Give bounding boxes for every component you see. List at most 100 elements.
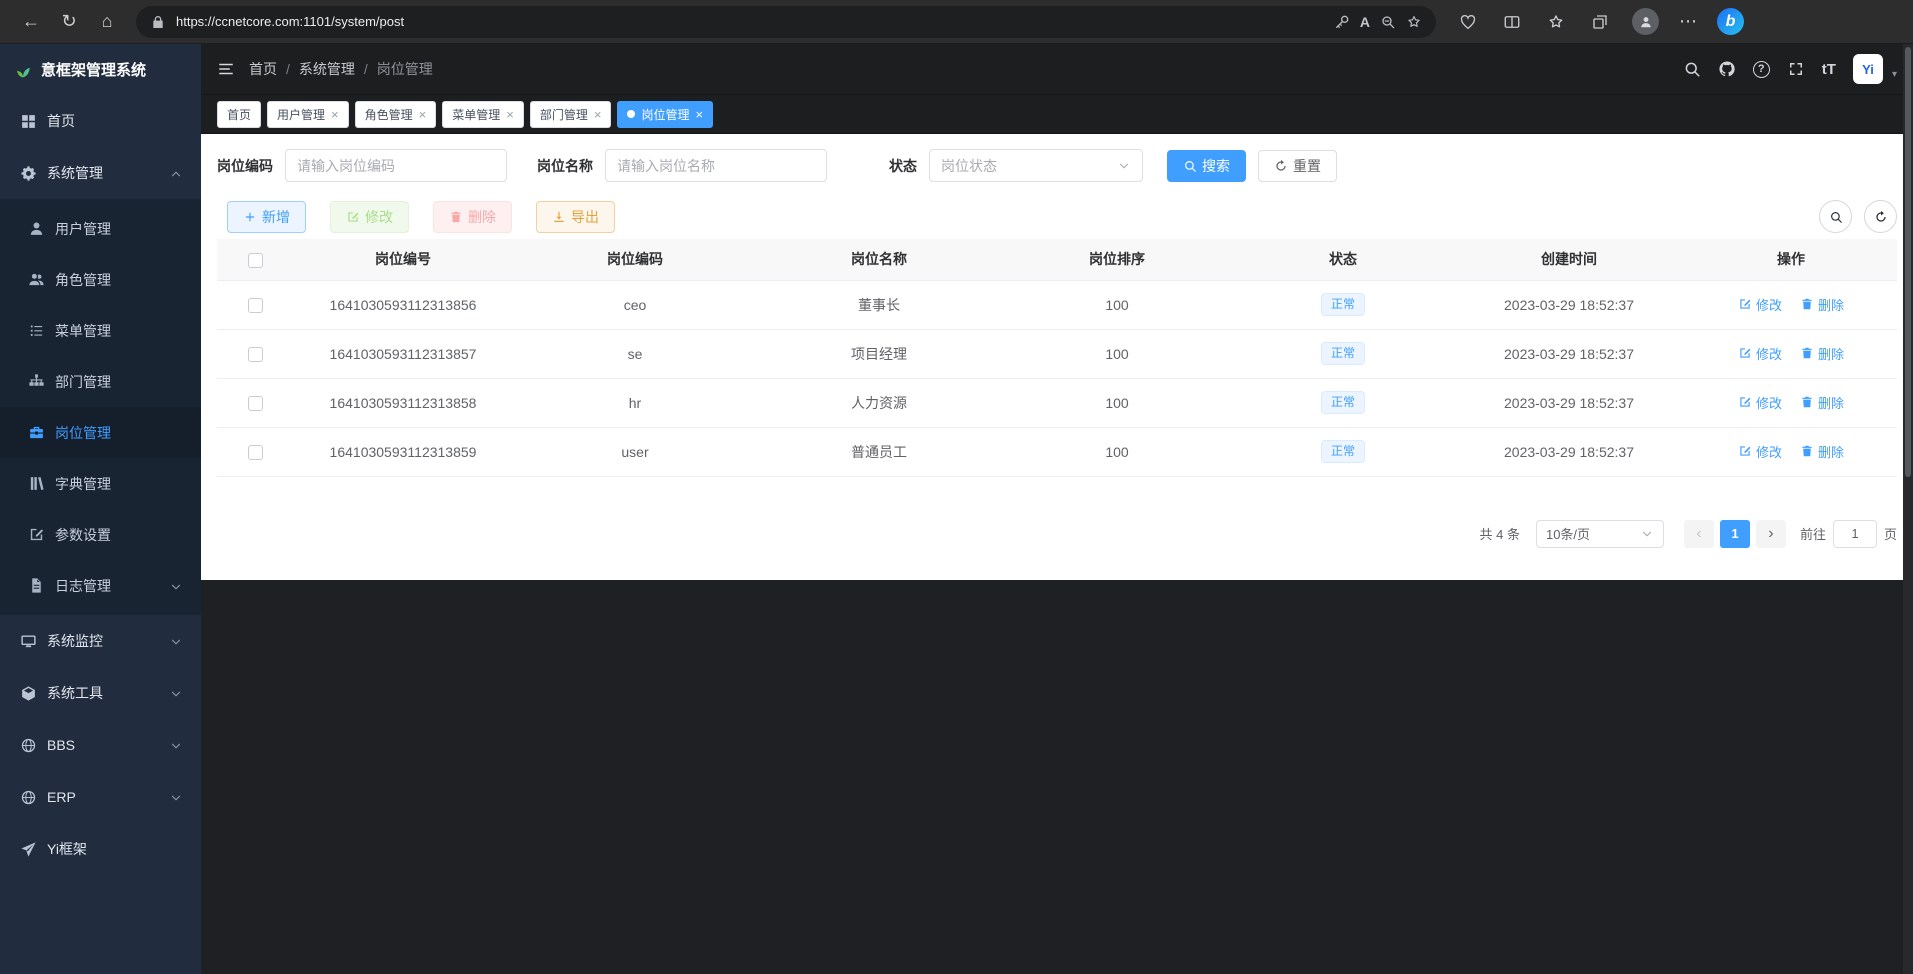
sidebar-item-log-mgmt[interactable]: 日志管理 xyxy=(0,560,201,611)
breadcrumb-system-mgmt[interactable]: 系统管理 xyxy=(299,59,355,79)
tab-dept-mgmt[interactable]: 部门管理 × xyxy=(530,101,612,128)
row-edit-button[interactable]: 修改 xyxy=(1738,295,1782,314)
page-number-button[interactable]: 1 xyxy=(1720,520,1750,548)
zoom-out-icon[interactable] xyxy=(1380,14,1396,30)
browser-menu-icon[interactable]: ⋯ xyxy=(1671,6,1705,38)
chevron-down-icon xyxy=(169,577,183,593)
scrollbar-thumb[interactable] xyxy=(1905,47,1911,477)
browser-refresh-icon[interactable]: ↻ xyxy=(52,6,86,38)
row-checkbox[interactable] xyxy=(248,396,263,411)
collapse-sidebar-icon[interactable] xyxy=(217,60,235,78)
post-name-input[interactable] xyxy=(605,149,827,182)
close-icon[interactable]: × xyxy=(695,108,703,121)
breadcrumb-separator: / xyxy=(286,61,290,77)
page-scrollbar[interactable] xyxy=(1903,44,1913,974)
read-aloud-icon[interactable]: A xyxy=(1360,14,1370,30)
sidebar-item-yi-framework[interactable]: Yi框架 xyxy=(0,823,201,875)
breadcrumb-home[interactable]: 首页 xyxy=(249,59,277,79)
delete-button[interactable]: 删除 xyxy=(433,201,512,233)
browser-back-icon[interactable]: ← xyxy=(14,6,48,38)
select-all-checkbox[interactable] xyxy=(248,253,263,268)
help-icon[interactable]: ? xyxy=(1753,61,1770,78)
close-icon[interactable]: × xyxy=(594,108,602,121)
sidebar-item-dept-mgmt[interactable]: 部门管理 xyxy=(0,356,201,407)
tab-label: 用户管理 xyxy=(277,106,325,123)
site-info-lock-icon[interactable] xyxy=(150,14,166,30)
sidebar-item-bbs[interactable]: BBS xyxy=(0,719,201,771)
close-icon[interactable]: × xyxy=(419,108,427,121)
row-checkbox[interactable] xyxy=(248,347,263,362)
row-delete-label: 删除 xyxy=(1818,344,1844,363)
app-title: 意框架管理系统 xyxy=(41,59,146,80)
status-select[interactable]: 岗位状态 xyxy=(929,149,1143,182)
copilot-icon[interactable]: b xyxy=(1717,8,1744,35)
github-icon[interactable] xyxy=(1718,60,1736,78)
post-code-input[interactable] xyxy=(285,149,507,182)
sidebar-item-system-monitor[interactable]: 系统监控 xyxy=(0,615,201,667)
document-icon xyxy=(28,577,45,594)
text-size-icon[interactable]: tT xyxy=(1822,61,1836,78)
close-icon[interactable]: × xyxy=(331,108,339,121)
row-edit-button[interactable]: 修改 xyxy=(1738,442,1782,461)
trash-icon xyxy=(1800,444,1814,458)
sidebar-item-system-mgmt[interactable]: 系统管理 xyxy=(0,147,201,199)
chevron-down-icon xyxy=(1117,159,1131,173)
row-edit-button[interactable]: 修改 xyxy=(1738,393,1782,412)
refresh-table-button[interactable] xyxy=(1864,200,1897,233)
row-checkbox[interactable] xyxy=(248,445,263,460)
row-edit-button[interactable]: 修改 xyxy=(1738,344,1782,363)
sidebar-item-system-tools[interactable]: 系统工具 xyxy=(0,667,201,719)
table-row: 1641030593112313856 ceo 董事长 100 正常 2023-… xyxy=(217,280,1897,329)
sidebar-item-param-settings[interactable]: 参数设置 xyxy=(0,509,201,560)
sidebar-item-role-mgmt[interactable]: 角色管理 xyxy=(0,254,201,305)
row-delete-button[interactable]: 删除 xyxy=(1800,295,1844,314)
reset-button[interactable]: 重置 xyxy=(1258,150,1337,182)
favorite-star-icon[interactable] xyxy=(1406,14,1422,30)
tab-user-mgmt[interactable]: 用户管理 × xyxy=(267,101,349,128)
edit-button[interactable]: 修改 xyxy=(330,201,409,233)
sidebar-item-dict-mgmt[interactable]: 字典管理 xyxy=(0,458,201,509)
sidebar-item-home[interactable]: 首页 xyxy=(0,95,201,147)
collections-icon[interactable] xyxy=(1591,13,1609,31)
app-logo: 意框架管理系统 xyxy=(0,44,201,95)
sidebar-item-user-mgmt[interactable]: 用户管理 xyxy=(0,203,201,254)
row-delete-button[interactable]: 删除 xyxy=(1800,344,1844,363)
split-screen-icon[interactable] xyxy=(1503,13,1521,31)
browser-home-icon[interactable]: ⌂ xyxy=(90,6,124,38)
page-size-select[interactable]: 10条/页 xyxy=(1536,520,1664,548)
avatar-caret-icon[interactable]: ▾ xyxy=(1892,69,1897,84)
content-card: 岗位编码 岗位名称 状态 岗位状态 搜索 重置 xyxy=(201,134,1913,580)
row-checkbox[interactable] xyxy=(248,298,263,313)
sidebar-item-label: 用户管理 xyxy=(55,219,111,239)
next-page-button[interactable]: › xyxy=(1756,520,1786,548)
favorites-icon[interactable] xyxy=(1547,13,1565,31)
close-icon[interactable]: × xyxy=(506,108,514,121)
search-button[interactable]: 搜索 xyxy=(1167,150,1246,182)
browser-essentials-icon[interactable] xyxy=(1459,13,1477,31)
tab-label: 部门管理 xyxy=(540,106,588,123)
status-badge: 正常 xyxy=(1321,342,1365,364)
row-delete-button[interactable]: 删除 xyxy=(1800,393,1844,412)
sidebar-item-post-mgmt[interactable]: 岗位管理 xyxy=(0,407,201,458)
fullscreen-icon[interactable] xyxy=(1787,60,1805,78)
user-avatar[interactable]: Yi xyxy=(1853,54,1883,84)
tab-home[interactable]: 首页 xyxy=(217,101,261,128)
tab-post-mgmt[interactable]: 岗位管理 × xyxy=(617,101,713,128)
export-button[interactable]: 导出 xyxy=(536,201,615,233)
address-bar[interactable]: https://ccnetcore.com:1101/system/post A xyxy=(136,6,1436,38)
sidebar-item-label: 岗位管理 xyxy=(55,423,111,443)
row-delete-button[interactable]: 删除 xyxy=(1800,442,1844,461)
tab-menu-mgmt[interactable]: 菜单管理 × xyxy=(442,101,524,128)
tab-role-mgmt[interactable]: 角色管理 × xyxy=(355,101,437,128)
sidebar-item-menu-mgmt[interactable]: 菜单管理 xyxy=(0,305,201,356)
cell-post-sort: 100 xyxy=(1001,280,1233,329)
sidebar-item-erp[interactable]: ERP xyxy=(0,771,201,823)
profile-avatar[interactable] xyxy=(1632,8,1659,35)
header-search-icon[interactable] xyxy=(1683,60,1701,78)
password-key-icon[interactable] xyxy=(1334,14,1350,30)
toggle-search-button[interactable] xyxy=(1819,200,1852,233)
goto-page-input[interactable] xyxy=(1833,520,1877,548)
add-button[interactable]: 新增 xyxy=(227,201,306,233)
goto-label: 前往 xyxy=(1800,524,1826,543)
prev-page-button[interactable]: ‹ xyxy=(1684,520,1714,548)
